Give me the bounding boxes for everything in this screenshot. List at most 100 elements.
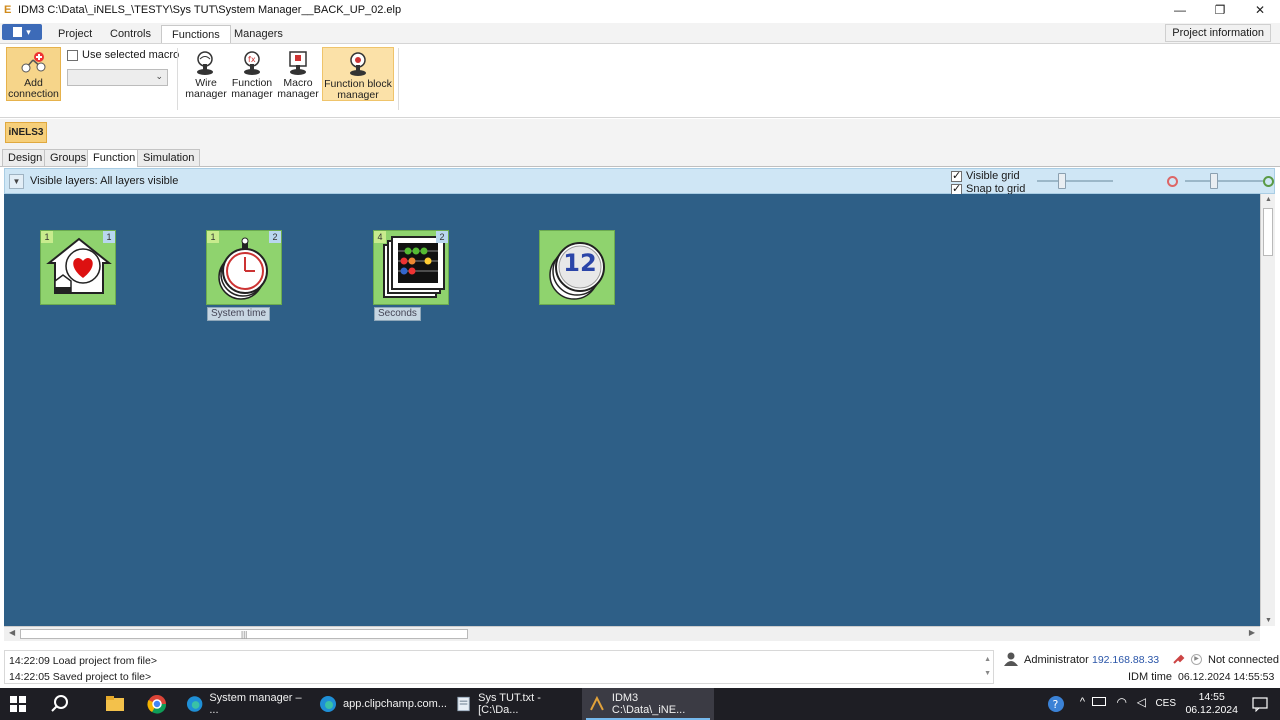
visible-grid-label: Visible grid [966,170,1020,182]
project-information-button[interactable]: Project information [1165,24,1271,42]
windows-start-icon[interactable] [10,696,26,712]
horizontal-scrollbar[interactable]: ◀ ||| ▶ [4,626,1260,641]
function-block-manager-icon [344,51,372,77]
tab-simulation[interactable]: Simulation [137,149,201,167]
zoom-slider[interactable] [1185,180,1263,182]
notifications-icon[interactable] [1252,696,1268,712]
horizontal-scroll-thumb[interactable]: ||| [20,629,468,639]
tab-managers[interactable]: Managers [224,25,293,43]
search-icon[interactable] [49,693,71,715]
language-indicator[interactable]: CES [1155,698,1176,709]
idm3-icon [590,695,604,711]
function-manager-button[interactable]: fx Function manager [229,50,275,100]
scroll-right-icon[interactable]: ▶ [1249,628,1255,637]
play-icon[interactable]: ▶ [1191,654,1202,665]
function-block-manager-button[interactable]: Function block manager [322,47,394,101]
taskbar-app-idm3[interactable]: IDM3 C:\Data\_iNE... [582,688,714,720]
output-count: 2 [436,231,448,243]
file-explorer-icon[interactable] [104,693,126,715]
function-manager-icon: fx [238,50,266,76]
help-icon[interactable]: ? [1047,695,1065,713]
user-name: Administrator [1024,654,1089,666]
close-button[interactable]: ✕ [1240,0,1280,20]
status-area: Administrator 192.168.88.33 ▶ Not connec… [998,650,1280,686]
wifi-icon[interactable]: ◠ [1117,695,1127,709]
taskbar-app-edge-clipchamp[interactable]: app.clipchamp.com... [313,688,448,720]
add-connection-button[interactable]: Add connection [6,47,61,101]
block-label: System time [207,307,271,321]
battery-icon[interactable] [1092,697,1106,706]
block-label: Seconds [374,307,421,321]
zoom-out-icon[interactable] [1167,176,1178,187]
macro-manager-label: Macro manager [277,77,319,100]
log-entry: 14:22:05 Saved project to file> [9,671,152,683]
ribbon-panel: Add connection Use selected macro ⌄ Wire… [0,43,1280,118]
add-connection-icon [20,50,48,76]
idm-time-label: IDM time [1128,671,1172,683]
macro-manager-icon [284,50,312,76]
scroll-down-icon[interactable]: ▼ [1265,617,1272,624]
grid-options: Visible grid Snap to grid [951,169,1025,195]
log-scroll-arrows[interactable]: ▲ ▼ [984,653,991,681]
taskbar-app-edge-system-manager[interactable]: System manager – ... [180,688,310,720]
vertical-scrollbar[interactable]: ▲ ▼ [1260,194,1275,626]
function-block-seconds[interactable]: 4 2 [373,230,449,305]
function-manager-label: Function manager [231,77,273,100]
scroll-up-icon[interactable]: ▲ [1265,196,1272,203]
vertical-scroll-thumb[interactable] [1263,208,1273,256]
layers-dropdown-button[interactable]: ▼ [9,174,24,189]
tab-design[interactable]: Design [2,149,49,167]
function-canvas[interactable]: 1 1 1 2 System time 4 2 Seconds 12 [4,194,1260,626]
tab-controls[interactable]: Controls [100,25,161,43]
ribbon-divider [177,48,178,110]
tab-functions[interactable]: Functions [161,25,231,43]
minimize-button[interactable]: — [1160,0,1200,20]
inels3-badge[interactable]: iNELS3 [5,122,47,143]
grip-icon: ||| [241,630,248,639]
zoom-in-icon[interactable] [1263,176,1274,187]
zoom-slider-thumb[interactable] [1210,173,1218,189]
edge-icon [186,696,203,712]
taskbar-app-label: app.clipchamp.com... [343,698,447,710]
clock[interactable]: 14:55 06.12.2024 [1185,691,1238,717]
taskbar-app-notepad[interactable]: Sys TUT.txt - [C:\Da... [449,688,579,720]
use-selected-macro-checkbox[interactable]: Use selected macro [67,49,179,61]
scroll-left-icon[interactable]: ◀ [9,628,15,637]
title-bar: E IDM3 C:\Data\_iNELS_\TESTY\Sys TUT\Sys… [0,0,1280,20]
log-panel: 14:22:09 Load project from file> 14:22:0… [4,650,994,684]
tab-groups[interactable]: Groups [44,149,93,167]
taskbar-app-label: IDM3 C:\Data\_iNE... [611,692,686,716]
grid-size-slider-thumb[interactable] [1058,173,1066,189]
checkbox-box [67,49,78,61]
chevron-down-icon: ⌄ [155,71,163,81]
window-title: IDM3 C:\Data\_iNELS_\TESTY\Sys TUT\Syste… [18,4,402,16]
app-menu-button[interactable]: ▾ [2,24,42,40]
wire-manager-icon [192,50,220,76]
output-count: 2 [269,231,281,243]
add-connection-label: Add connection [8,77,59,100]
function-block-counter[interactable]: 12 [539,230,615,305]
function-block-system-time[interactable]: 1 2 [206,230,282,305]
grid-size-slider[interactable] [1037,180,1113,182]
clock-time: 14:55 [1198,691,1225,703]
log-entry: 14:22:09 Load project from file> [9,655,157,667]
speaker-icon[interactable]: ◁ [1137,695,1146,709]
restore-button[interactable]: ❐ [1200,0,1240,20]
wire-manager-button[interactable]: Wire manager [183,50,229,100]
show-hidden-icons-icon[interactable]: ^ [1080,696,1085,708]
edge-icon [320,696,336,712]
visible-grid-checkbox[interactable]: Visible grid [951,169,1025,182]
macro-select[interactable]: ⌄ [67,69,168,86]
function-block[interactable]: 1 1 [40,230,116,305]
connection-status: Not connected [1208,654,1279,666]
chrome-icon[interactable] [146,693,168,715]
checkbox-checked [951,182,962,195]
macro-manager-button[interactable]: Macro manager [275,50,321,100]
use-selected-macro-label: Use selected macro [82,49,180,61]
ip-address[interactable]: 192.168.88.33 [1092,654,1159,666]
tab-project[interactable]: Project [48,25,102,43]
tab-function[interactable]: Function [87,149,142,167]
input-count: 4 [374,231,386,243]
output-count: 1 [103,231,115,243]
plug-disconnected-icon[interactable] [1172,653,1186,665]
